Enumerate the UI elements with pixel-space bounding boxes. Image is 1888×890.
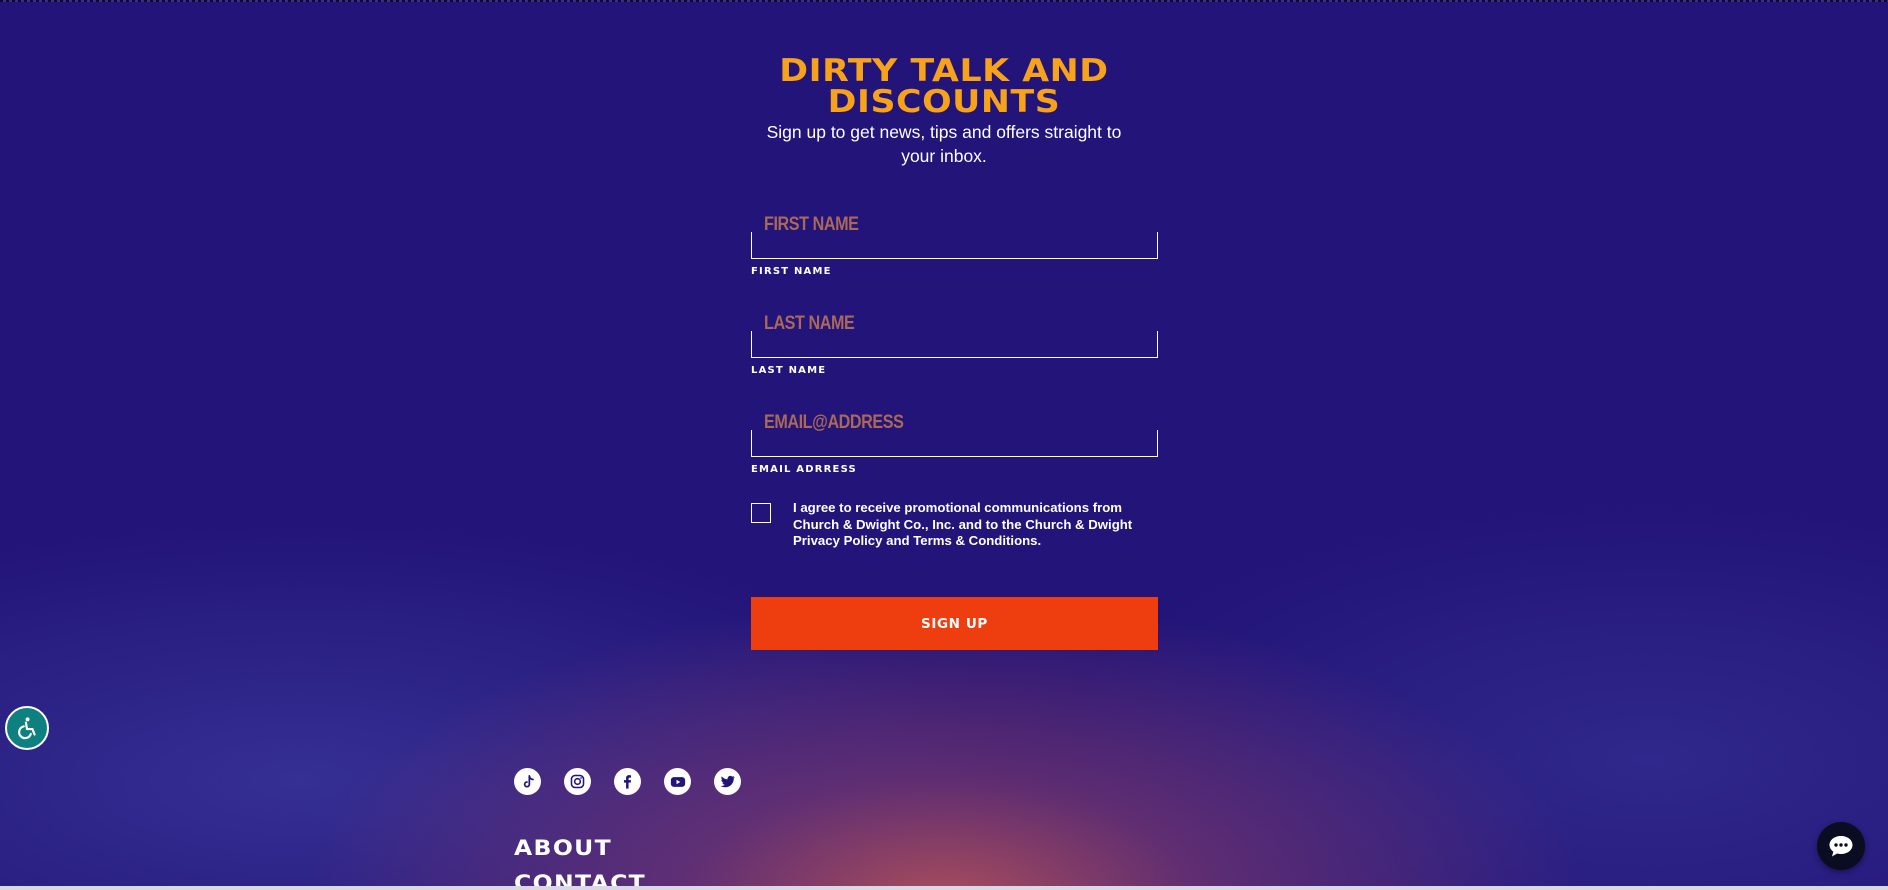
chat-bubble-icon [1829, 836, 1853, 857]
first-name-label: FIRST NAME [751, 266, 832, 277]
instagram-link[interactable] [564, 768, 591, 795]
twitter-icon [720, 775, 735, 788]
top-divider [0, 0, 1888, 2]
consent-checkbox[interactable] [751, 503, 771, 523]
facebook-icon [623, 775, 632, 789]
sign-up-button[interactable]: SIGN UP [751, 597, 1158, 650]
bottom-scrollbar-edge [0, 886, 1888, 890]
email-label: EMAIL ADRRESS [751, 464, 857, 475]
youtube-link[interactable] [664, 768, 691, 795]
youtube-icon [670, 776, 685, 787]
last-name-input[interactable] [751, 331, 1158, 358]
chat-button[interactable] [1817, 822, 1865, 870]
footer-link-about[interactable]: ABOUT [514, 836, 612, 860]
twitter-link[interactable] [714, 768, 741, 795]
tiktok-link[interactable] [514, 768, 541, 795]
last-name-label: LAST NAME [751, 365, 827, 376]
email-input[interactable] [751, 430, 1158, 457]
newsletter-title: DIRTY TALK AND DISCOUNTS [779, 53, 1109, 120]
facebook-link[interactable] [614, 768, 641, 795]
tiktok-icon [523, 774, 534, 788]
newsletter-subtitle: Sign up to get news, tips and offers str… [766, 122, 1122, 166]
accessibility-button[interactable] [5, 706, 49, 750]
first-name-input[interactable] [751, 232, 1158, 259]
consent-text: I agree to receive promotional communica… [793, 500, 1133, 548]
wheelchair-icon [18, 717, 36, 740]
instagram-icon [570, 774, 585, 789]
